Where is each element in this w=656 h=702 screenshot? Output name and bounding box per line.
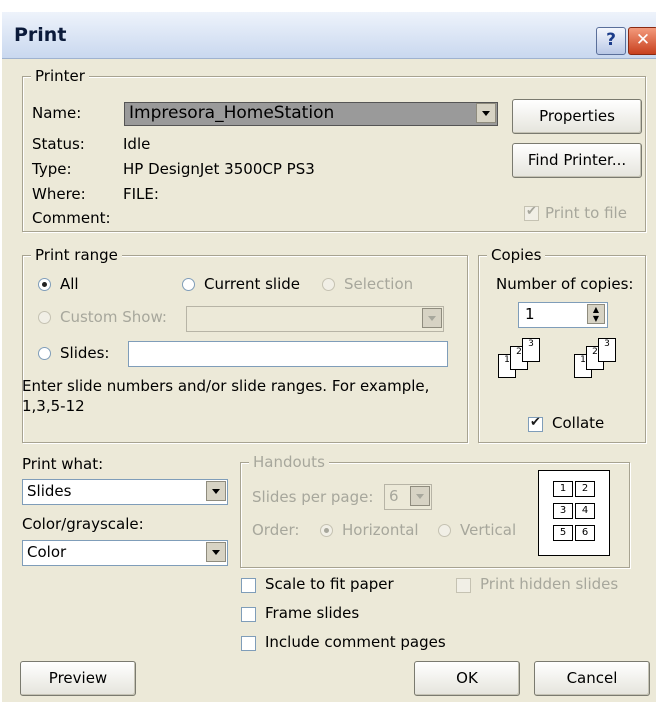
find-printer-button[interactable]: Find Printer...	[512, 143, 642, 178]
printer-name-select[interactable]: Impresora_HomeStation	[124, 102, 498, 126]
print-hidden-checkbox[interactable]	[456, 578, 471, 593]
preview-button[interactable]: Preview	[20, 661, 136, 696]
collate-checkbox[interactable]	[528, 415, 543, 432]
number-of-copies-value: 1	[525, 305, 535, 323]
cancel-button[interactable]: Cancel	[534, 661, 650, 696]
collate-illustration: 1 2 3	[498, 338, 558, 378]
printer-name-value: Impresora_HomeStation	[129, 103, 335, 123]
printer-legend: Printer	[31, 67, 89, 85]
include-comments-checkbox[interactable]	[241, 636, 256, 651]
print-range-legend: Print range	[31, 246, 122, 264]
window-title: Print	[14, 24, 67, 46]
frame-slides-checkbox[interactable]	[241, 607, 256, 622]
status-label: Status:	[32, 135, 85, 153]
handout-slide-4: 4	[575, 503, 595, 519]
handout-slide-6: 6	[575, 525, 595, 541]
scale-to-fit-checkbox[interactable]	[241, 578, 256, 593]
selection-radio[interactable]	[322, 278, 335, 291]
all-label: All	[60, 275, 79, 293]
chevron-down-icon[interactable]	[206, 542, 226, 562]
comment-label: Comment:	[32, 209, 111, 227]
print-to-file-label: Print to file	[545, 204, 627, 222]
print-what-label: Print what:	[22, 455, 104, 473]
handout-slide-3: 3	[553, 503, 573, 519]
spinner-arrows-icon[interactable]: ▲ ▼	[587, 304, 605, 324]
number-of-copies-label: Number of copies:	[496, 275, 634, 293]
handout-slide-1: 1	[553, 481, 573, 497]
all-radio[interactable]	[38, 278, 51, 291]
handout-slide-2: 2	[575, 481, 595, 497]
type-value: HP DesignJet 3500CP PS3	[123, 160, 315, 178]
handout-slide-5: 5	[553, 525, 573, 541]
custom-show-label: Custom Show:	[60, 308, 167, 326]
color-select[interactable]: Color	[22, 540, 228, 566]
slides-label: Slides:	[60, 344, 110, 362]
printer-name-label: Name:	[32, 104, 82, 122]
scale-to-fit-label: Scale to fit paper	[265, 575, 394, 593]
order-label: Order:	[252, 521, 300, 539]
number-of-copies-spinner[interactable]: 1 ▲ ▼	[518, 302, 608, 328]
chevron-down-icon[interactable]	[476, 103, 496, 123]
print-what-select[interactable]: Slides	[22, 479, 228, 505]
properties-button[interactable]: Properties	[512, 99, 642, 134]
color-label: Color/grayscale:	[22, 515, 144, 533]
horizontal-label: Horizontal	[342, 521, 419, 539]
print-to-file-checkbox[interactable]	[524, 204, 539, 221]
handout-preview: 1 2 3 4 5 6	[538, 470, 610, 556]
type-label: Type:	[32, 160, 72, 178]
chevron-down-icon[interactable]	[422, 308, 442, 328]
slides-input[interactable]	[128, 341, 448, 367]
range-hint: Enter slide numbers and/or slide ranges.…	[22, 377, 430, 395]
slides-per-page-select[interactable]: 6	[384, 484, 432, 510]
current-slide-label: Current slide	[204, 275, 301, 293]
close-button[interactable]: ✕	[628, 27, 656, 55]
vertical-label: Vertical	[460, 521, 517, 539]
collate-page-3: 3	[522, 338, 540, 362]
handouts-legend: Handouts	[249, 453, 329, 471]
vertical-radio[interactable]	[438, 524, 451, 537]
selection-label: Selection	[344, 275, 414, 293]
custom-show-select[interactable]	[186, 306, 444, 332]
slides-per-page-value: 6	[389, 487, 399, 505]
slides-radio[interactable]	[38, 347, 51, 360]
color-value: Color	[27, 543, 67, 561]
chevron-down-icon[interactable]	[410, 486, 430, 506]
include-comments-label: Include comment pages	[265, 633, 446, 651]
collate-illustration: 1 2 3	[574, 338, 634, 378]
where-label: Where:	[32, 185, 86, 203]
copies-legend: Copies	[487, 246, 546, 264]
custom-show-radio[interactable]	[38, 311, 51, 324]
frame-slides-label: Frame slides	[265, 604, 360, 622]
current-slide-radio[interactable]	[182, 278, 195, 291]
ok-button[interactable]: OK	[414, 661, 520, 696]
horizontal-radio[interactable]	[320, 524, 333, 537]
status-value: Idle	[123, 135, 151, 153]
where-value: FILE:	[123, 185, 159, 203]
collate-label: Collate	[552, 414, 605, 432]
chevron-down-icon[interactable]	[206, 481, 226, 501]
print-what-value: Slides	[27, 482, 72, 500]
print-hidden-label: Print hidden slides	[480, 575, 619, 593]
collate-page-3: 3	[598, 338, 616, 362]
slides-per-page-label: Slides per page:	[252, 488, 374, 506]
range-hint-example: 1,3,5-12	[22, 397, 85, 415]
help-button[interactable]: ?	[596, 27, 626, 55]
title-bar: Print ? ✕	[2, 12, 656, 59]
